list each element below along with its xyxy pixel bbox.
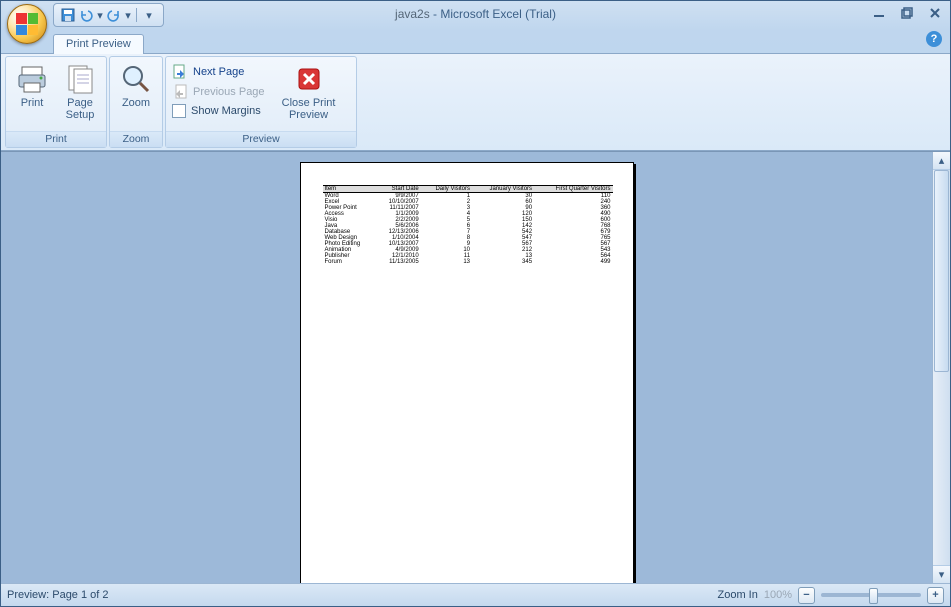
print-label: Print [21,97,44,109]
zoom-label: Zoom [122,97,150,109]
qat-separator [136,8,137,22]
qat-customize-icon[interactable]: ▾ [141,7,157,23]
zoom-slider[interactable] [821,593,921,597]
zoom-in-label[interactable]: Zoom In [718,589,758,601]
group-zoom-label: Zoom [110,131,162,147]
col-header: Start Date [375,186,420,193]
scroll-track[interactable] [933,170,950,565]
undo-dropdown-icon[interactable]: ▾ [96,7,104,23]
redo-icon[interactable] [106,7,122,23]
page-setup-label: Page Setup [66,97,95,121]
zoom-out-button[interactable]: − [798,587,815,604]
redo-dropdown-icon[interactable]: ▾ [124,7,132,23]
group-print: Print Page Setup Print [5,56,107,148]
document-name: java2s [395,7,430,21]
app-name: - Microsoft Excel (Trial) [430,7,556,21]
magnifier-icon [120,63,152,95]
restore-button[interactable] [898,5,916,21]
sheet-content: ItemStart DateDaily VisitorsJanuary Visi… [323,185,611,265]
group-zoom: Zoom Zoom [109,56,163,148]
preview-workspace: ItemStart DateDaily VisitorsJanuary Visi… [1,151,950,583]
tab-print-preview[interactable]: Print Preview [53,34,144,54]
office-button[interactable] [7,4,47,44]
close-button[interactable] [926,5,944,21]
page-setup-icon [64,63,96,95]
vertical-scrollbar[interactable]: ▴ ▾ [932,152,950,583]
quick-access-toolbar: ▾ ▾ ▾ [53,3,164,27]
next-page-label: Next Page [193,66,244,78]
table-row: Forum11/13/200513345499 [323,259,613,265]
save-icon[interactable] [60,7,76,23]
checkbox-icon [172,104,186,118]
scroll-thumb[interactable] [934,170,949,372]
help-button[interactable]: ? [926,31,942,47]
scroll-down-icon[interactable]: ▾ [933,565,950,583]
close-preview-label: Close Print Preview [282,97,336,121]
col-header: Daily Visitors [421,186,472,193]
page-setup-button[interactable]: Page Setup [56,59,104,121]
undo-icon[interactable] [78,7,94,23]
printer-icon [16,63,48,95]
zoom-controls: Zoom In 100% − + [718,587,945,604]
close-preview-icon [293,63,325,95]
status-bar: Preview: Page 1 of 2 Zoom In 100% − + [1,583,950,606]
group-preview-label: Preview [166,131,356,147]
minimize-button[interactable] [870,5,888,21]
next-page-icon [172,64,188,80]
status-page-info: Preview: Page 1 of 2 [7,589,109,601]
ribbon: Print Page Setup Print Zoom [1,53,950,151]
print-button[interactable]: Print [8,59,56,109]
data-table: ItemStart DateDaily VisitorsJanuary Visi… [323,185,613,265]
office-logo-icon [16,13,38,35]
previous-page-button: Previous Page [170,83,267,101]
scroll-up-icon[interactable]: ▴ [933,152,950,170]
show-margins-label: Show Margins [191,105,261,117]
col-header: Item [323,186,376,193]
preview-canvas[interactable]: ItemStart DateDaily VisitorsJanuary Visi… [1,152,932,583]
col-header: First Quarter Visitors [534,186,612,193]
col-header: January Visitors [472,186,534,193]
zoom-slider-knob[interactable] [869,588,878,604]
page-preview: ItemStart DateDaily VisitorsJanuary Visi… [300,162,634,583]
zoom-in-button[interactable]: + [927,587,944,604]
group-print-label: Print [6,131,106,147]
next-page-button[interactable]: Next Page [170,63,267,81]
title-bar: ▾ ▾ ▾ java2s - Microsoft Excel (Trial) [1,1,950,29]
zoom-button[interactable]: Zoom [112,59,160,109]
previous-page-icon [172,84,188,100]
group-preview: Next Page Previous Page Show Margins [165,56,357,148]
show-margins-checkbox[interactable]: Show Margins [170,103,267,119]
zoom-percent: 100% [764,589,792,601]
ribbon-tabs: Print Preview ? [1,29,950,53]
previous-page-label: Previous Page [193,86,265,98]
close-preview-button[interactable]: Close Print Preview [273,59,345,121]
